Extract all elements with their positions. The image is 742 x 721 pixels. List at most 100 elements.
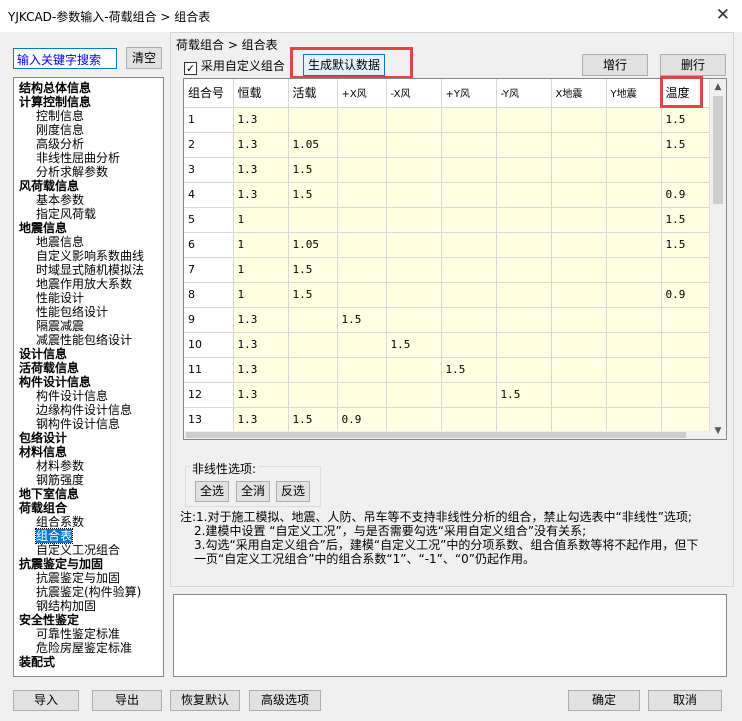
table-cell[interactable] [386,282,442,308]
tree-category[interactable]: 荷载组合 [18,501,163,515]
table-cell[interactable]: 1.05 [288,132,338,158]
column-header[interactable]: 活载 [288,79,338,108]
table-cell[interactable] [288,207,338,233]
table-cell[interactable] [441,282,497,308]
table-cell[interactable] [661,382,717,408]
close-icon[interactable]: ✕ [716,5,730,25]
tree-item[interactable]: 边缘构件设计信息 [18,403,163,417]
table-cell[interactable]: 1.3 [233,132,289,158]
table-cell[interactable] [441,332,497,358]
table-cell[interactable] [496,232,552,258]
table-cell[interactable] [441,232,497,258]
tree-category[interactable]: 包络设计 [18,431,163,445]
tree-item[interactable]: 高级分析 [18,137,163,151]
tree-item[interactable]: 基本参数 [18,193,163,207]
tree-item[interactable]: 可靠性鉴定标准 [18,627,163,641]
restore-default-button[interactable]: 恢复默认 [170,690,240,711]
table-cell[interactable] [441,257,497,283]
tree-item[interactable]: 地震信息 [18,235,163,249]
table-cell[interactable] [386,357,442,383]
table-cell[interactable]: 1.3 [233,182,289,208]
table-cell[interactable]: 0.9 [337,407,387,433]
table-cell[interactable]: 1.3 [233,407,289,433]
column-header[interactable]: X地震 [551,79,607,108]
combo-table[interactable]: 组合号 恒载 活载 +X风 -X风 +Y风 -Y风 X地震 Y地震 温度 1 1.3 1.5 2 1.3 1… [183,78,727,440]
tree-category[interactable]: 抗震鉴定与加固 [18,557,163,571]
table-cell[interactable]: 1.3 [233,357,289,383]
vertical-scrollbar[interactable]: ▲ ▼ [709,79,726,439]
table-row[interactable]: 8 1 1.5 0.9 [184,282,717,308]
table-cell[interactable] [606,357,662,383]
table-cell[interactable] [337,332,387,358]
table-cell[interactable] [496,107,552,133]
table-row[interactable]: 9 1.3 1.5 [184,307,717,333]
combo-grid[interactable]: 组合号 恒载 活载 +X风 -X风 +Y风 -Y风 X地震 Y地震 温度 1 1.3 1.5 2 1.3 1… [184,79,717,439]
tree-category[interactable]: 构件设计信息 [18,375,163,389]
table-cell[interactable]: 1.5 [661,107,717,133]
tree-item[interactable]: 构件设计信息 [18,389,163,403]
table-cell[interactable] [386,157,442,183]
table-cell[interactable] [496,132,552,158]
tree-category[interactable]: 装配式 [18,655,163,669]
table-cell[interactable] [337,257,387,283]
table-cell[interactable] [606,157,662,183]
table-cell[interactable] [661,157,717,183]
table-cell[interactable]: 0.9 [661,282,717,308]
message-box[interactable] [173,594,727,677]
table-cell[interactable] [551,182,607,208]
table-cell[interactable] [441,107,497,133]
table-cell[interactable] [606,132,662,158]
table-cell[interactable] [288,332,338,358]
tree-item[interactable]: 抗震鉴定与加固 [18,571,163,585]
table-cell[interactable]: 1.3 [233,382,289,408]
export-button[interactable]: 导出 [92,690,162,711]
table-cell[interactable] [496,257,552,283]
custom-combo-checkbox[interactable]: ✓ 采用自定义组合 [184,57,285,75]
table-row[interactable]: 3 1.3 1.5 [184,157,717,183]
table-row[interactable]: 13 1.3 1.5 0.9 [184,407,717,433]
table-cell[interactable] [551,357,607,383]
table-cell[interactable] [496,157,552,183]
table-cell[interactable] [661,307,717,333]
table-cell[interactable]: 1 [233,232,289,258]
table-cell[interactable] [288,382,338,408]
table-row[interactable]: 7 1 1.5 [184,257,717,283]
select-all-button[interactable]: 全选 [195,481,229,502]
table-cell[interactable] [551,257,607,283]
add-row-button[interactable]: 增行 [582,54,648,76]
table-cell[interactable]: 1.5 [496,382,552,408]
tree-item[interactable]: 性能包络设计 [18,305,163,319]
table-cell[interactable] [496,282,552,308]
table-cell[interactable]: 1 [233,257,289,283]
table-cell[interactable] [551,282,607,308]
table-cell[interactable] [386,307,442,333]
table-cell[interactable] [551,382,607,408]
tree-item[interactable]: 钢结构加固 [18,599,163,613]
table-cell[interactable]: 1 [233,207,289,233]
table-cell[interactable] [386,232,442,258]
table-cell[interactable] [288,357,338,383]
table-cell[interactable] [496,307,552,333]
tree-item[interactable]: 性能设计 [18,291,163,305]
tree-item[interactable]: 分析求解参数 [18,165,163,179]
table-row[interactable]: 12 1.3 1.5 [184,382,717,408]
tree-item[interactable]: 钢构件设计信息 [18,417,163,431]
tree-category[interactable]: 地下室信息 [18,487,163,501]
table-cell[interactable]: 1.5 [288,257,338,283]
tree-item[interactable]: 组合系数 [18,515,163,529]
column-header[interactable]: 组合号 [184,79,234,108]
table-cell[interactable] [386,407,442,433]
column-header[interactable]: +X风 [337,79,387,108]
table-cell[interactable]: 1.3 [233,157,289,183]
table-cell[interactable] [496,407,552,433]
table-cell[interactable] [337,182,387,208]
tree-item[interactable]: 刚度信息 [18,123,163,137]
table-cell[interactable]: 1.05 [288,232,338,258]
column-header[interactable]: -Y风 [496,79,552,108]
table-cell[interactable] [606,332,662,358]
search-input[interactable]: 输入关键字搜索 [13,48,117,69]
table-cell[interactable] [337,107,387,133]
table-cell[interactable] [496,357,552,383]
table-cell[interactable]: 1.5 [288,182,338,208]
table-cell[interactable] [337,382,387,408]
